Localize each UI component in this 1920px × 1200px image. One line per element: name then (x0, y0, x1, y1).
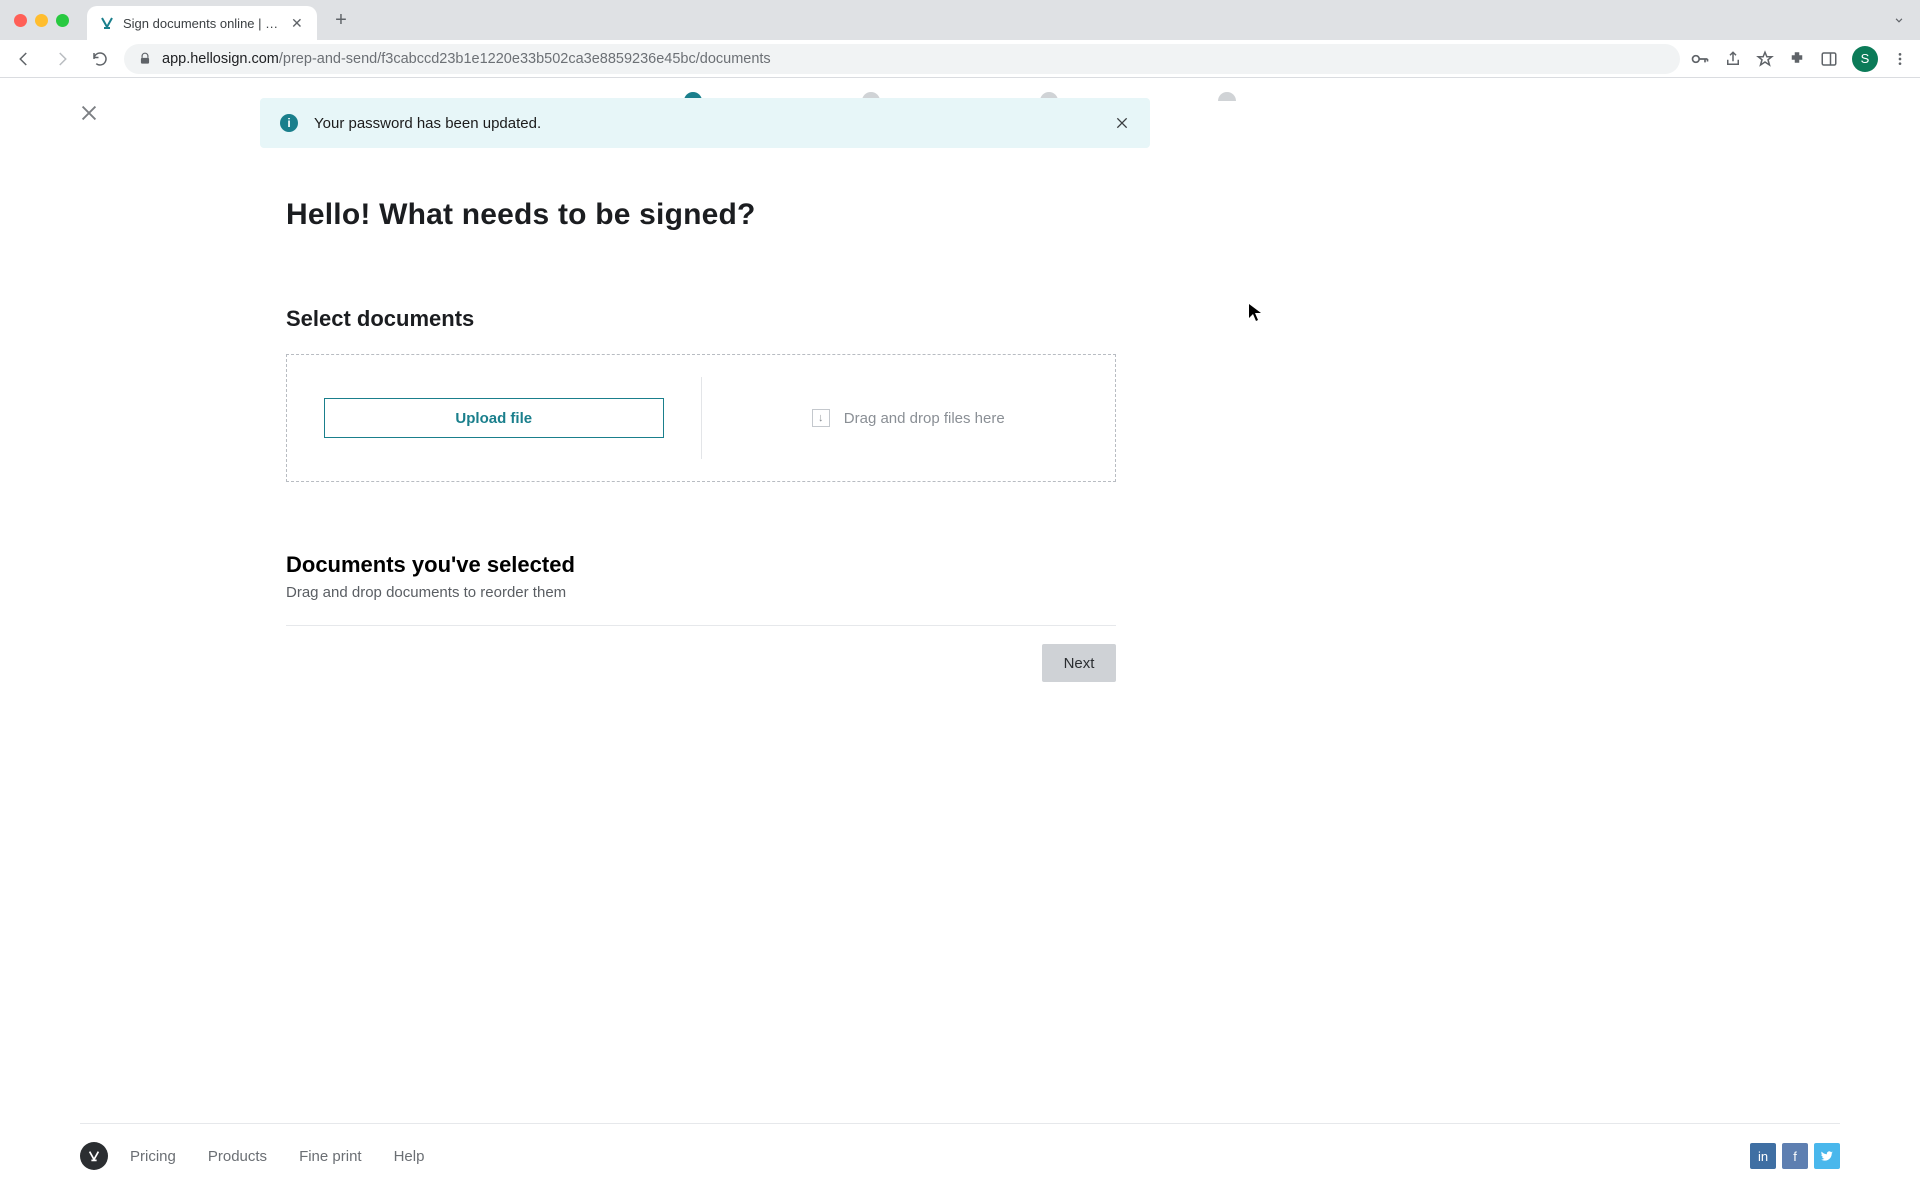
selected-documents-title: Documents you've selected (286, 552, 1116, 578)
main-content: Hello! What needs to be signed? Select d… (286, 198, 1116, 682)
select-documents-title: Select documents (286, 306, 1116, 332)
banner-message: Your password has been updated. (314, 115, 541, 132)
footer-link-pricing[interactable]: Pricing (130, 1148, 176, 1165)
download-arrow-icon: ↓ (812, 409, 830, 427)
browser-tab-strip: Sign documents online | HelloS ✕ + (0, 0, 1920, 40)
profile-avatar[interactable]: S (1852, 46, 1878, 72)
dropzone-drop-area[interactable]: ↓ Drag and drop files here (702, 355, 1116, 481)
page-title: Hello! What needs to be signed? (286, 198, 1116, 232)
facebook-icon[interactable]: f (1782, 1143, 1808, 1169)
banner-close-icon[interactable] (1114, 115, 1130, 131)
url-host: app.hellosign.com (162, 51, 279, 67)
share-icon[interactable] (1724, 50, 1742, 68)
toolbar-actions: S (1690, 46, 1910, 72)
hellosign-logo-icon[interactable] (80, 1142, 108, 1170)
footer-socials: in f (1750, 1143, 1840, 1169)
new-tab-button[interactable]: + (327, 6, 355, 34)
footer-links: Pricing Products Fine print Help (130, 1148, 424, 1165)
selected-documents-subtitle: Drag and drop documents to reorder them (286, 584, 1116, 601)
browser-toolbar: app.hellosign.com/prep-and-send/f3cabccd… (0, 40, 1920, 78)
address-bar[interactable]: app.hellosign.com/prep-and-send/f3cabccd… (124, 44, 1680, 74)
url-text: app.hellosign.com/prep-and-send/f3cabccd… (162, 51, 771, 67)
info-icon: i (280, 114, 298, 132)
side-panel-icon[interactable] (1820, 50, 1838, 68)
next-button[interactable]: Next (1042, 644, 1116, 682)
progress-step-4 (1218, 92, 1236, 101)
upload-file-button[interactable]: Upload file (324, 398, 664, 438)
lock-icon (138, 52, 152, 66)
twitter-icon[interactable] (1814, 1143, 1840, 1169)
url-path: /prep-and-send/f3cabccd23b1e1220e33b502c… (279, 51, 771, 67)
notification-banner: i Your password has been updated. (260, 98, 1150, 148)
forward-button[interactable] (48, 45, 76, 73)
kebab-menu-icon[interactable] (1892, 51, 1908, 67)
tab-title: Sign documents online | HelloS (123, 16, 283, 31)
dropzone-left: Upload file (287, 355, 701, 481)
extensions-icon[interactable] (1788, 50, 1806, 68)
close-flow-button[interactable] (78, 102, 100, 124)
page-footer: Pricing Products Fine print Help in f (80, 1123, 1840, 1170)
footer-link-products[interactable]: Products (208, 1148, 267, 1165)
upload-dropzone[interactable]: Upload file ↓ Drag and drop files here (286, 354, 1116, 482)
page-body: i Your password has been updated. Hello!… (0, 78, 1920, 1200)
window-controls (14, 14, 69, 27)
window-zoom-dot[interactable] (56, 14, 69, 27)
hellosign-favicon-icon (99, 15, 115, 31)
tab-close-icon[interactable]: ✕ (291, 15, 303, 32)
reload-button[interactable] (86, 45, 114, 73)
tabs-dropdown-icon[interactable] (1892, 13, 1906, 27)
back-button[interactable] (10, 45, 38, 73)
footer-link-help[interactable]: Help (394, 1148, 425, 1165)
window-close-dot[interactable] (14, 14, 27, 27)
browser-tab[interactable]: Sign documents online | HelloS ✕ (87, 6, 317, 40)
password-key-icon[interactable] (1690, 49, 1710, 69)
mouse-cursor-icon (1248, 303, 1262, 323)
next-row: Next (286, 644, 1116, 682)
window-minimize-dot[interactable] (35, 14, 48, 27)
linkedin-icon[interactable]: in (1750, 1143, 1776, 1169)
section-divider (286, 625, 1116, 626)
bookmark-star-icon[interactable] (1756, 50, 1774, 68)
footer-link-fineprint[interactable]: Fine print (299, 1148, 362, 1165)
drop-label: Drag and drop files here (844, 410, 1005, 427)
